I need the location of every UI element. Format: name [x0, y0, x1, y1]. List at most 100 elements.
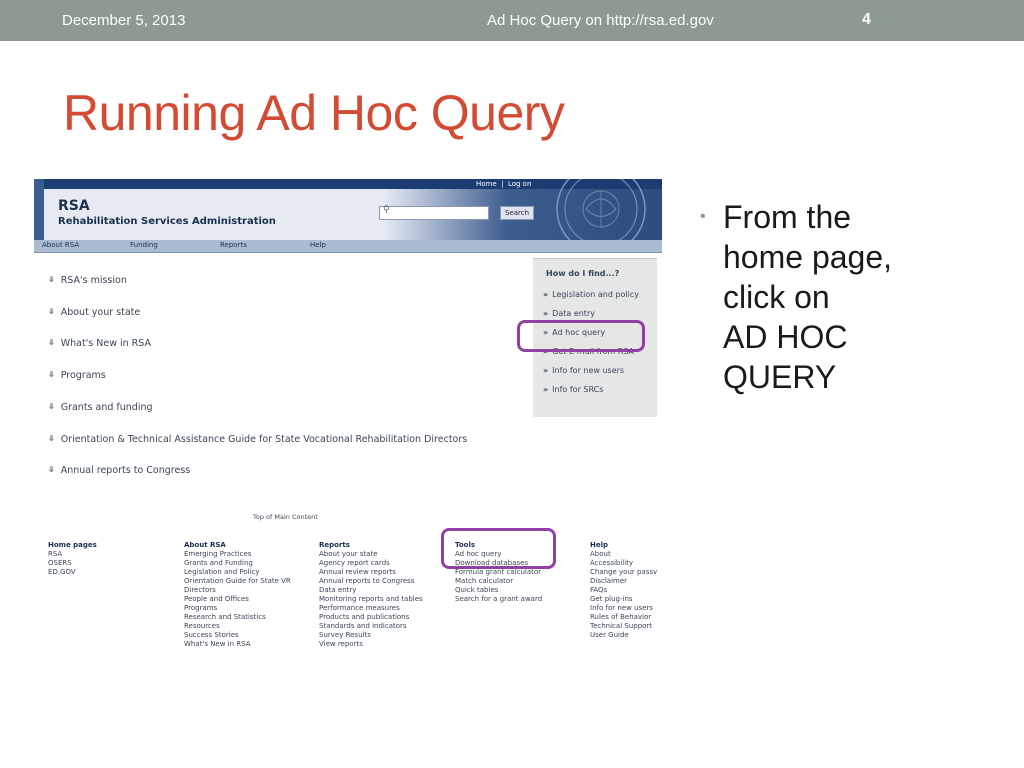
how-item-legislation[interactable]: » Legislation and policy: [543, 290, 639, 299]
footer-link[interactable]: Technical Support: [590, 622, 657, 631]
footer-link[interactable]: Success Stories: [184, 631, 291, 640]
footer-link[interactable]: Agency report cards: [319, 559, 423, 568]
footer-link[interactable]: About: [590, 550, 657, 559]
top-of-main-content-link[interactable]: Top of Main Content: [253, 513, 318, 521]
footer-col-help: Help About Accessibility Change your pas…: [590, 541, 657, 640]
main-item-label: Grants and funding: [60, 402, 153, 413]
nav-about-rsa[interactable]: About RSA: [42, 241, 79, 249]
footer-link[interactable]: Legislation and Policy: [184, 568, 291, 577]
footer-heading: Home pages: [48, 541, 97, 549]
footer-col-home-pages: Home pages RSA OSERS ED.GOV: [48, 541, 97, 577]
main-item-grants[interactable]: ⤋ Grants and funding: [48, 402, 153, 413]
footer-link[interactable]: Resources: [184, 622, 291, 631]
main-item-mission[interactable]: ⤋ RSA's mission: [48, 275, 127, 286]
footer-link[interactable]: Research and Statistics: [184, 613, 291, 622]
footer-link[interactable]: Performance measures: [319, 604, 423, 613]
footer-link[interactable]: Programs: [184, 604, 291, 613]
double-chevron-down-icon: ⤋: [48, 275, 55, 284]
search-icon: ⚲: [383, 205, 390, 215]
footer-link[interactable]: Accessibility: [590, 559, 657, 568]
footer-link[interactable]: Annual review reports: [319, 568, 423, 577]
footer-link[interactable]: Search for a grant award: [455, 595, 542, 604]
home-link[interactable]: Home: [476, 180, 497, 188]
footer-link[interactable]: Disclaimer: [590, 577, 657, 586]
site-full-name: Rehabilitation Services Administration: [58, 216, 276, 227]
footer-col-about-rsa: About RSA Emerging Practices Grants and …: [184, 541, 291, 649]
footer-link[interactable]: Grants and Funding: [184, 559, 291, 568]
site-search-button[interactable]: Search: [500, 206, 534, 220]
footer-link[interactable]: About your state: [319, 550, 423, 559]
footer-link[interactable]: Change your passv: [590, 568, 657, 577]
main-item-annual-reports[interactable]: ⤋ Annual reports to Congress: [48, 465, 190, 476]
nav-help[interactable]: Help: [310, 241, 326, 249]
footer-link[interactable]: FAQs: [590, 586, 657, 595]
footer-heading: Reports: [319, 541, 350, 549]
footer-link[interactable]: Orientation Guide for State VR: [184, 577, 291, 586]
site-nav-bar: About RSA Funding Reports Help: [34, 240, 662, 253]
footer-link[interactable]: Monitoring reports and tables: [319, 595, 423, 604]
bullet-dot-icon: •: [700, 208, 706, 225]
nav-funding[interactable]: Funding: [130, 241, 158, 249]
how-item-srcs[interactable]: » Info for SRCs: [543, 385, 603, 394]
main-item-about-state[interactable]: ⤋ About your state: [48, 307, 140, 318]
double-chevron-right-icon: »: [543, 366, 549, 375]
main-item-label: Orientation & Technical Assistance Guide…: [60, 434, 468, 445]
footer-link[interactable]: OSERS: [48, 559, 97, 568]
site-search-input[interactable]: ⚲: [379, 205, 489, 220]
how-item-label: Data entry: [552, 309, 595, 318]
footer-link[interactable]: Products and publications: [319, 613, 423, 622]
main-item-programs[interactable]: ⤋ Programs: [48, 370, 106, 381]
instruction-line: home page,: [723, 239, 893, 275]
footer-link[interactable]: Formula grant calculator: [455, 568, 542, 577]
rsa-website-screenshot: Home | Log on RSA Rehabilitation Service…: [34, 179, 662, 659]
footer-link[interactable]: What's New in RSA: [184, 640, 291, 649]
main-item-orientation-guide[interactable]: ⤋ Orientation & Technical Assistance Guid…: [48, 434, 467, 445]
footer-link[interactable]: User Guide: [590, 631, 657, 640]
how-do-i-find-heading: How do I find...?: [546, 269, 620, 278]
highlight-circle-ad-hoc-query: [517, 320, 645, 352]
footer-link[interactable]: Standards and indicators: [319, 622, 423, 631]
main-item-label: RSA's mission: [60, 275, 127, 286]
site-header: Home | Log on RSA Rehabilitation Service…: [34, 179, 662, 240]
footer-link[interactable]: View reports: [319, 640, 423, 649]
footer-link[interactable]: Annual reports to Congress: [319, 577, 423, 586]
highlight-circle-tools: [441, 528, 556, 569]
slide-page-number: 4: [862, 11, 871, 28]
footer-link[interactable]: Match calculator: [455, 577, 542, 586]
footer-link[interactable]: Directors: [184, 586, 291, 595]
how-item-label: Info for new users: [552, 366, 625, 375]
footer-link[interactable]: Info for new users: [590, 604, 657, 613]
main-item-whats-new[interactable]: ⤋ What's New in RSA: [48, 338, 151, 349]
double-chevron-down-icon: ⤋: [48, 465, 55, 474]
double-chevron-down-icon: ⤋: [48, 434, 55, 443]
department-of-education-seal-icon: [556, 179, 646, 240]
double-chevron-down-icon: ⤋: [48, 307, 55, 316]
how-item-new-users[interactable]: » Info for new users: [543, 366, 624, 375]
footer-link[interactable]: Get plug-ins: [590, 595, 657, 604]
footer-heading: Help: [590, 541, 609, 549]
instruction-line: From the: [723, 199, 852, 235]
link-separator: |: [501, 180, 504, 188]
how-item-data-entry[interactable]: » Data entry: [543, 309, 595, 318]
double-chevron-down-icon: ⤋: [48, 338, 55, 347]
instruction-line: click on: [723, 279, 830, 315]
footer-link[interactable]: Data entry: [319, 586, 423, 595]
double-chevron-right-icon: »: [543, 309, 549, 318]
footer-link[interactable]: Rules of Behavior: [590, 613, 657, 622]
footer-heading: About RSA: [184, 541, 226, 549]
footer-link[interactable]: People and Offices: [184, 595, 291, 604]
double-chevron-right-icon: »: [543, 290, 549, 299]
log-on-link[interactable]: Log on: [508, 180, 531, 188]
footer-link[interactable]: Quick tables: [455, 586, 542, 595]
slide-header-bar: December 5, 2013 Ad Hoc Query on http://…: [0, 0, 1024, 41]
footer-link[interactable]: ED.GOV: [48, 568, 97, 577]
instruction-line: AD HOC: [723, 319, 848, 355]
footer-col-reports: Reports About your state Agency report c…: [319, 541, 423, 649]
double-chevron-down-icon: ⤋: [48, 370, 55, 379]
nav-reports[interactable]: Reports: [220, 241, 247, 249]
footer-link[interactable]: Survey Results: [319, 631, 423, 640]
footer-link[interactable]: Emerging Practices: [184, 550, 291, 559]
main-item-label: What's New in RSA: [60, 338, 151, 349]
slide-date: December 5, 2013: [62, 12, 186, 29]
footer-link[interactable]: RSA: [48, 550, 97, 559]
